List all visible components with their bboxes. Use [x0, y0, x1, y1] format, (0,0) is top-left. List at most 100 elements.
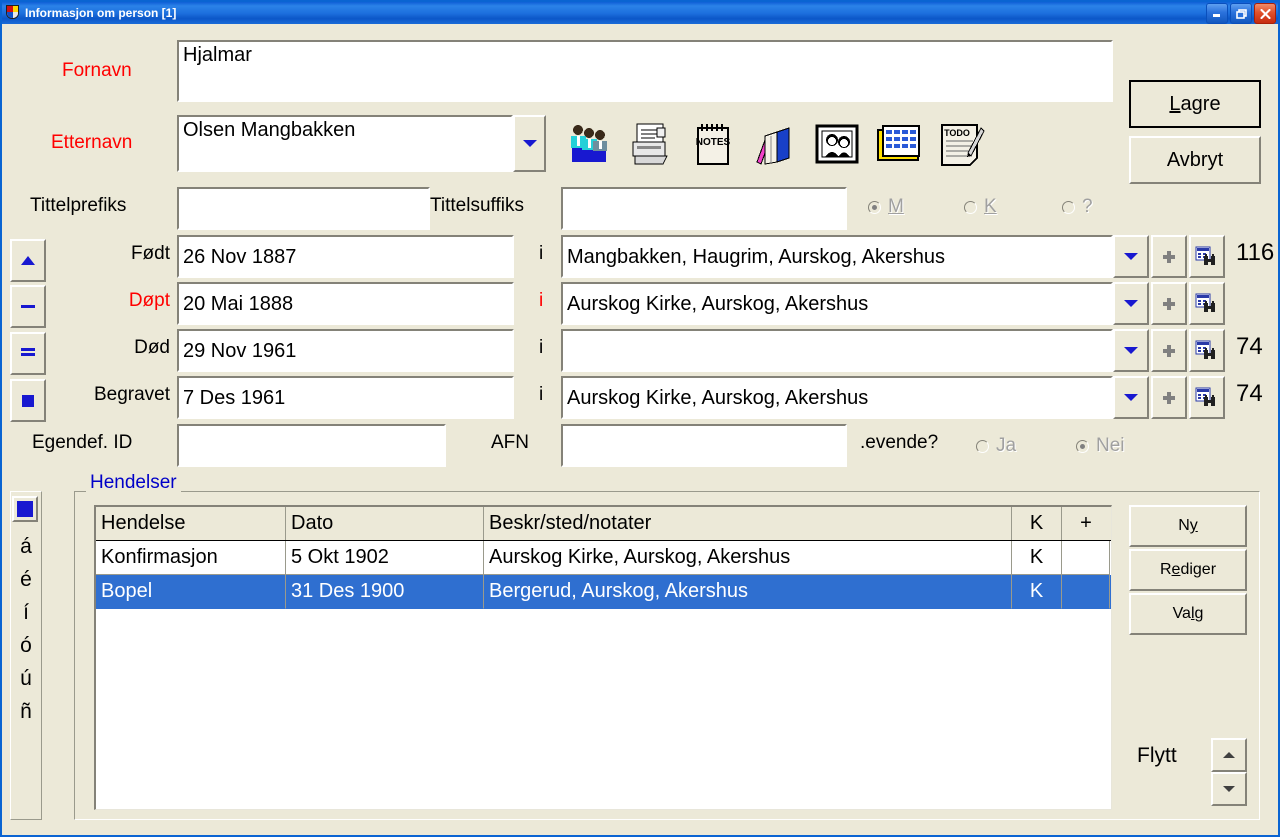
chevron-down-icon	[522, 140, 537, 147]
begravet-label: Begravet	[93, 384, 170, 405]
person-info-window: Informasjon om person [1] Fornavn Hjalma…	[0, 0, 1280, 837]
dopt-lookup-button[interactable]	[1189, 282, 1225, 325]
chevron-down-icon	[1124, 347, 1138, 354]
fodt-lookup-button[interactable]	[1189, 235, 1225, 278]
afn-input[interactable]	[561, 424, 847, 467]
plus-icon	[1163, 391, 1175, 404]
svg-text:NOTES: NOTES	[696, 137, 731, 148]
egendef-id-label: Egendef. ID	[32, 432, 133, 453]
print-document-icon[interactable]	[627, 120, 675, 168]
restore-button[interactable]	[1230, 3, 1252, 24]
blue-square-icon	[17, 501, 33, 517]
gender-label-m: M	[888, 196, 904, 217]
cell-hendelse: Bopel	[96, 575, 286, 609]
etternavn-dropdown-button[interactable]	[513, 115, 546, 172]
accent-char-list: á é í ó ú ñ	[10, 530, 42, 728]
dopt-place-input[interactable]: Aurskog Kirke, Aurskog, Akershus	[561, 282, 1113, 325]
egendef-id-input[interactable]	[177, 424, 446, 467]
close-button[interactable]	[1254, 3, 1276, 24]
cancel-button[interactable]: Avbryt	[1129, 136, 1261, 184]
lagre-rest: agre	[1180, 92, 1221, 115]
accent-char-o[interactable]: ó	[20, 629, 32, 662]
levende-option-ja[interactable]: Ja	[976, 435, 1016, 457]
record-toolbar: NOTES TODO	[565, 120, 985, 168]
dod-dropdown-button[interactable]	[1113, 329, 1149, 372]
dod-lookup-button[interactable]	[1189, 329, 1225, 372]
radio-dot-icon	[964, 200, 977, 214]
valg-suffix: g	[1194, 605, 1204, 622]
dod-age: 74	[1236, 333, 1263, 360]
books-icon[interactable]	[751, 120, 799, 168]
edit-event-button[interactable]: Rediger	[1129, 549, 1247, 591]
tittelsuffiks-input[interactable]	[561, 187, 847, 230]
accent-toggle-button[interactable]	[12, 496, 38, 522]
fodt-dropdown-button[interactable]	[1113, 235, 1149, 278]
fornavn-input[interactable]: Hjalmar	[177, 40, 1113, 102]
fodt-add-button[interactable]	[1151, 235, 1187, 278]
etternavn-label: Etternavn	[51, 132, 133, 153]
dopt-label: Døpt	[128, 290, 170, 311]
gender-radio-group: M K ?	[868, 192, 1113, 222]
cell-dato: 5 Okt 1902	[286, 541, 484, 575]
begravet-date-input[interactable]: 7 Des 1961	[177, 376, 514, 419]
new-event-button[interactable]: Ny	[1129, 505, 1247, 547]
svg-text:TODO: TODO	[944, 128, 970, 138]
gender-option-m[interactable]: M	[868, 196, 904, 218]
fodt-date-input[interactable]: 26 Nov 1887	[177, 235, 514, 278]
minimize-button[interactable]	[1206, 3, 1228, 24]
shield-icon	[5, 5, 21, 21]
flytt-label: Flytt	[1137, 744, 1177, 767]
tittelprefiks-input[interactable]	[177, 187, 430, 230]
photo-frame-icon[interactable]	[813, 120, 861, 168]
gender-label-k: K	[984, 196, 997, 217]
dopt-dropdown-button[interactable]	[1113, 282, 1149, 325]
options-button[interactable]: Valg	[1129, 593, 1247, 635]
notes-pad-icon[interactable]: NOTES	[689, 120, 737, 168]
begravet-add-button[interactable]	[1151, 376, 1187, 419]
accent-char-e[interactable]: é	[20, 563, 32, 596]
family-group-icon[interactable]	[565, 120, 613, 168]
ny-prefix: N	[1178, 517, 1190, 534]
accent-char-n[interactable]: ñ	[20, 695, 32, 728]
dod-add-button[interactable]	[1151, 329, 1187, 372]
hendelser-group-title: Hendelser	[86, 472, 181, 494]
etternavn-input[interactable]: Olsen Mangbakken	[177, 115, 513, 172]
begravet-place-input[interactable]: Aurskog Kirke, Aurskog, Akershus	[561, 376, 1113, 419]
dod-separator: i	[539, 337, 544, 358]
cell-beskr: Aurskog Kirke, Aurskog, Akershus	[484, 541, 1012, 575]
radio-dot-icon	[1076, 439, 1089, 453]
dod-label: Død	[134, 337, 170, 358]
flytt-up-button[interactable]	[1211, 738, 1247, 772]
accent-char-a[interactable]: á	[20, 530, 32, 563]
dopt-add-button[interactable]	[1151, 282, 1187, 325]
gender-option-unknown[interactable]: ?	[1062, 196, 1093, 218]
dopt-date-input[interactable]: 20 Mai 1888	[177, 282, 514, 325]
binoculars-search-icon	[1195, 293, 1215, 312]
cell-hendelse: Konfirmasjon	[96, 541, 286, 575]
column-header-k: K	[1012, 507, 1062, 540]
calendar-icon[interactable]	[875, 120, 923, 168]
lagre-accel: L	[1169, 92, 1181, 115]
dod-date-input[interactable]: 29 Nov 1961	[177, 329, 514, 372]
todo-list-icon[interactable]: TODO	[937, 120, 985, 168]
table-row[interactable]: Bopel 31 Des 1900 Bergerud, Aurskog, Ake…	[96, 575, 1111, 609]
levende-label-nei: Nei	[1096, 435, 1125, 456]
chevron-down-icon	[1124, 300, 1138, 307]
levende-option-nei[interactable]: Nei	[1076, 435, 1125, 457]
save-button[interactable]: Lagre	[1129, 80, 1261, 128]
tittelsuffiks-label: Tittelsuffiks	[430, 195, 524, 216]
plus-icon	[1163, 344, 1175, 357]
accent-char-i[interactable]: í	[23, 596, 29, 629]
begravet-lookup-button[interactable]	[1189, 376, 1225, 419]
fodt-age: 116	[1236, 239, 1275, 266]
levende-label-ja: Ja	[996, 435, 1017, 456]
dod-place-input[interactable]	[561, 329, 1113, 372]
table-row[interactable]: Konfirmasjon 5 Okt 1902 Aurskog Kirke, A…	[96, 541, 1111, 575]
begravet-dropdown-button[interactable]	[1113, 376, 1149, 419]
fodt-place-input[interactable]: Mangbakken, Haugrim, Aurskog, Akershus	[561, 235, 1113, 278]
accent-char-u[interactable]: ú	[20, 662, 32, 695]
flytt-down-button[interactable]	[1211, 772, 1247, 806]
levende-radio-group: Ja Nei	[976, 432, 1156, 462]
hendelser-table[interactable]: Hendelse Dato Beskr/sted/notater K + Kon…	[94, 505, 1112, 810]
gender-option-k[interactable]: K	[964, 196, 997, 218]
